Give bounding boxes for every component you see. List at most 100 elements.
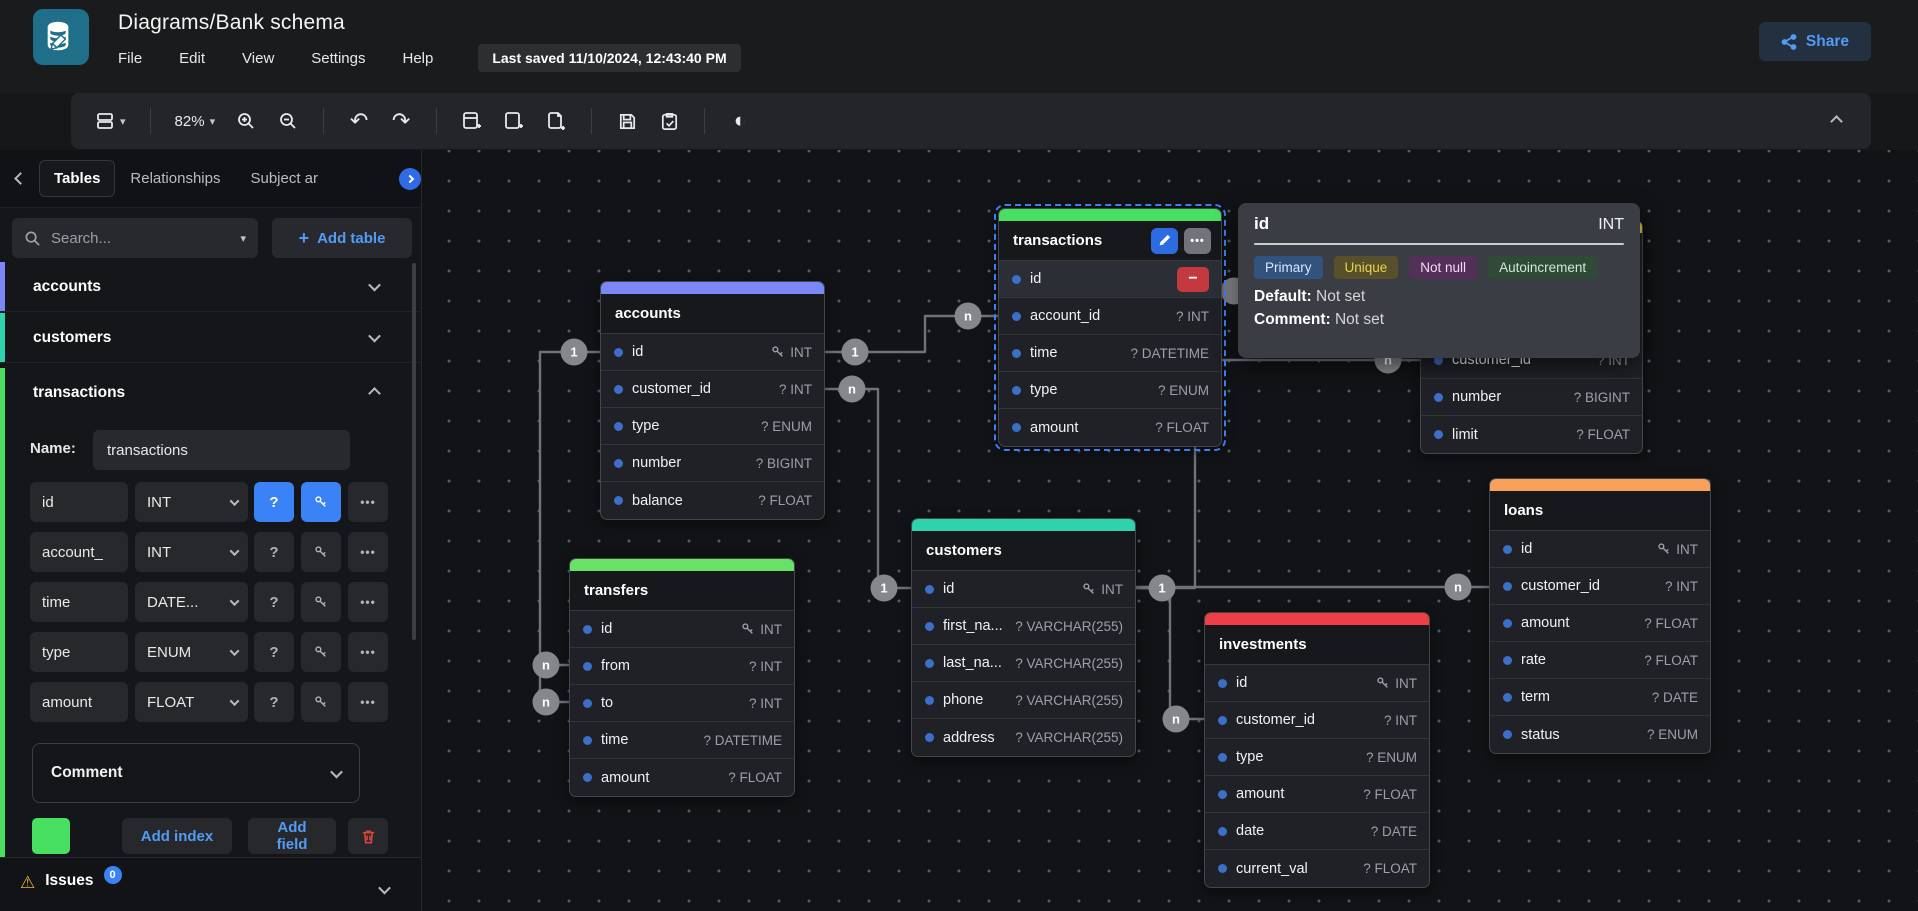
table-field-row-first_na...[interactable]: first_na...? VARCHAR(255) bbox=[912, 608, 1135, 645]
field-name-input[interactable] bbox=[30, 482, 128, 522]
tab-relationships[interactable]: Relationships bbox=[115, 160, 235, 197]
comment-section[interactable]: Comment bbox=[32, 743, 360, 803]
field-type-select[interactable]: INT bbox=[135, 482, 248, 522]
field-type-select[interactable]: ENUM bbox=[135, 632, 248, 672]
add-area-tool-button[interactable] bbox=[497, 104, 531, 138]
table-header[interactable]: loans bbox=[1490, 491, 1710, 531]
table-field-row-id[interactable]: idINT bbox=[570, 611, 794, 648]
table-field-row-number[interactable]: number? BIGINT bbox=[1421, 379, 1642, 416]
table-field-row-rate[interactable]: rate? FLOAT bbox=[1490, 642, 1710, 679]
field-nullable-button[interactable]: ? bbox=[254, 682, 294, 722]
table-field-row-type[interactable]: type? ENUM bbox=[1205, 739, 1429, 776]
menu-file[interactable]: File bbox=[118, 50, 142, 67]
menu-edit[interactable]: Edit bbox=[179, 50, 205, 67]
zoom-level-dropdown[interactable]: 82% ▾ bbox=[169, 104, 222, 138]
field-name-input[interactable] bbox=[30, 682, 128, 722]
caret-down-icon[interactable]: ▾ bbox=[240, 232, 246, 245]
field-primary-key-button[interactable] bbox=[301, 532, 341, 572]
diagram-canvas[interactable]: 1nn1nn11nnn customer_id? INTnumber? BIGI… bbox=[422, 150, 1918, 911]
table-field-row-amount[interactable]: amount? FLOAT bbox=[1205, 776, 1429, 813]
tabs-scroll-left-button[interactable] bbox=[12, 167, 29, 190]
field-type-select[interactable]: INT bbox=[135, 532, 248, 572]
table-field-row-type[interactable]: type? ENUM bbox=[601, 408, 824, 445]
add-field-button[interactable]: Add field bbox=[248, 818, 336, 854]
table-field-row-time[interactable]: time? DATETIME bbox=[570, 722, 794, 759]
field-nullable-button[interactable]: ? bbox=[254, 582, 294, 622]
table-field-row-last_na...[interactable]: last_na...? VARCHAR(255) bbox=[912, 645, 1135, 682]
tab-subject-areas[interactable]: Subject ar bbox=[235, 160, 333, 197]
search-input[interactable] bbox=[51, 230, 230, 247]
sidebar-scrollbar[interactable] bbox=[412, 263, 416, 640]
table-card-loans[interactable]: loansidINTcustomer_id? INTamount? FLOATr… bbox=[1489, 478, 1711, 754]
theme-toggle-button[interactable]: ◐ bbox=[723, 104, 757, 138]
table-field-row-status[interactable]: status? ENUM bbox=[1490, 716, 1710, 753]
zoom-in-button[interactable] bbox=[229, 104, 263, 138]
table-field-row-date[interactable]: date? DATE bbox=[1205, 813, 1429, 850]
relationship-line[interactable] bbox=[1136, 588, 1204, 719]
save-button[interactable] bbox=[610, 104, 644, 138]
table-card-transactions[interactable]: transactions•••id−account_id? INTtime? D… bbox=[998, 208, 1222, 447]
table-field-row-number[interactable]: number? BIGINT bbox=[601, 445, 824, 482]
table-field-row-time[interactable]: time? DATETIME bbox=[999, 335, 1221, 372]
table-field-row-account_id[interactable]: account_id? INT bbox=[999, 298, 1221, 335]
sidebar-item-customers[interactable]: customers bbox=[0, 313, 421, 363]
table-field-row-id[interactable]: idINT bbox=[1205, 665, 1429, 702]
field-name-input[interactable] bbox=[30, 532, 128, 572]
table-header[interactable]: transfers bbox=[570, 571, 794, 611]
zoom-out-button[interactable] bbox=[271, 104, 305, 138]
table-field-row-to[interactable]: to? INT bbox=[570, 685, 794, 722]
undo-button[interactable]: ↶ bbox=[342, 104, 376, 138]
field-more-button[interactable]: ••• bbox=[348, 682, 388, 722]
table-field-row-customer_id[interactable]: customer_id? INT bbox=[601, 371, 824, 408]
table-card-customers[interactable]: customersidINTfirst_na...? VARCHAR(255)l… bbox=[911, 518, 1136, 757]
issues-collapse-button[interactable] bbox=[376, 878, 393, 901]
field-nullable-button[interactable]: ? bbox=[254, 532, 294, 572]
table-field-row-amount[interactable]: amount? FLOAT bbox=[999, 409, 1221, 446]
sidebar-item-accounts[interactable]: accounts bbox=[0, 262, 421, 312]
field-primary-key-button[interactable] bbox=[301, 682, 341, 722]
field-type-select[interactable]: FLOAT bbox=[135, 682, 248, 722]
table-field-row-current_val[interactable]: current_val? FLOAT bbox=[1205, 850, 1429, 887]
field-primary-key-button[interactable] bbox=[301, 632, 341, 672]
table-card-investments[interactable]: investmentsidINTcustomer_id? INTtype? EN… bbox=[1204, 612, 1430, 888]
redo-button[interactable]: ↷ bbox=[384, 104, 418, 138]
table-field-row-id[interactable]: idINT bbox=[912, 571, 1135, 608]
table-field-row-term[interactable]: term? DATE bbox=[1490, 679, 1710, 716]
table-field-row-from[interactable]: from? INT bbox=[570, 648, 794, 685]
field-primary-key-button[interactable] bbox=[301, 482, 341, 522]
field-primary-key-button[interactable] bbox=[301, 582, 341, 622]
table-field-row-phone[interactable]: phone? VARCHAR(255) bbox=[912, 682, 1135, 719]
table-header[interactable]: investments bbox=[1205, 625, 1429, 665]
table-field-row-amount[interactable]: amount? FLOAT bbox=[1490, 605, 1710, 642]
table-card-transfers[interactable]: transfersidINTfrom? INTto? INTtime? DATE… bbox=[569, 558, 795, 797]
menu-help[interactable]: Help bbox=[402, 50, 433, 67]
field-nullable-button[interactable]: ? bbox=[254, 482, 294, 522]
field-more-button[interactable]: ••• bbox=[348, 532, 388, 572]
add-index-button[interactable]: Add index bbox=[122, 818, 232, 854]
table-header[interactable]: accounts bbox=[601, 294, 824, 334]
search-box[interactable]: ▾ bbox=[12, 218, 258, 258]
toolbar-collapse-button[interactable] bbox=[1819, 104, 1853, 138]
table-field-row-balance[interactable]: balance? FLOAT bbox=[601, 482, 824, 519]
share-button[interactable]: Share bbox=[1759, 22, 1871, 61]
menu-settings[interactable]: Settings bbox=[311, 50, 365, 67]
table-field-row-amount[interactable]: amount? FLOAT bbox=[570, 759, 794, 796]
table-field-row-type[interactable]: type? ENUM bbox=[999, 372, 1221, 409]
menu-view[interactable]: View bbox=[242, 50, 274, 67]
field-more-button[interactable]: ••• bbox=[348, 482, 388, 522]
commit-button[interactable] bbox=[652, 104, 686, 138]
delete-table-button[interactable] bbox=[348, 818, 388, 854]
table-header[interactable]: transactions••• bbox=[999, 221, 1221, 261]
table-field-row-customer_id[interactable]: customer_id? INT bbox=[1490, 568, 1710, 605]
tab-tables[interactable]: Tables bbox=[39, 160, 115, 197]
field-name-input[interactable] bbox=[30, 632, 128, 672]
field-more-button[interactable]: ••• bbox=[348, 582, 388, 622]
table-header[interactable]: customers bbox=[912, 531, 1135, 571]
delete-field-button[interactable]: − bbox=[1177, 267, 1209, 292]
table-field-row-id[interactable]: idINT bbox=[601, 334, 824, 371]
table-name-input[interactable] bbox=[93, 430, 350, 470]
table-field-row-address[interactable]: address? VARCHAR(255) bbox=[912, 719, 1135, 756]
field-nullable-button[interactable]: ? bbox=[254, 632, 294, 672]
table-field-row-id[interactable]: idINT bbox=[1490, 531, 1710, 568]
add-table-tool-button[interactable] bbox=[455, 104, 489, 138]
